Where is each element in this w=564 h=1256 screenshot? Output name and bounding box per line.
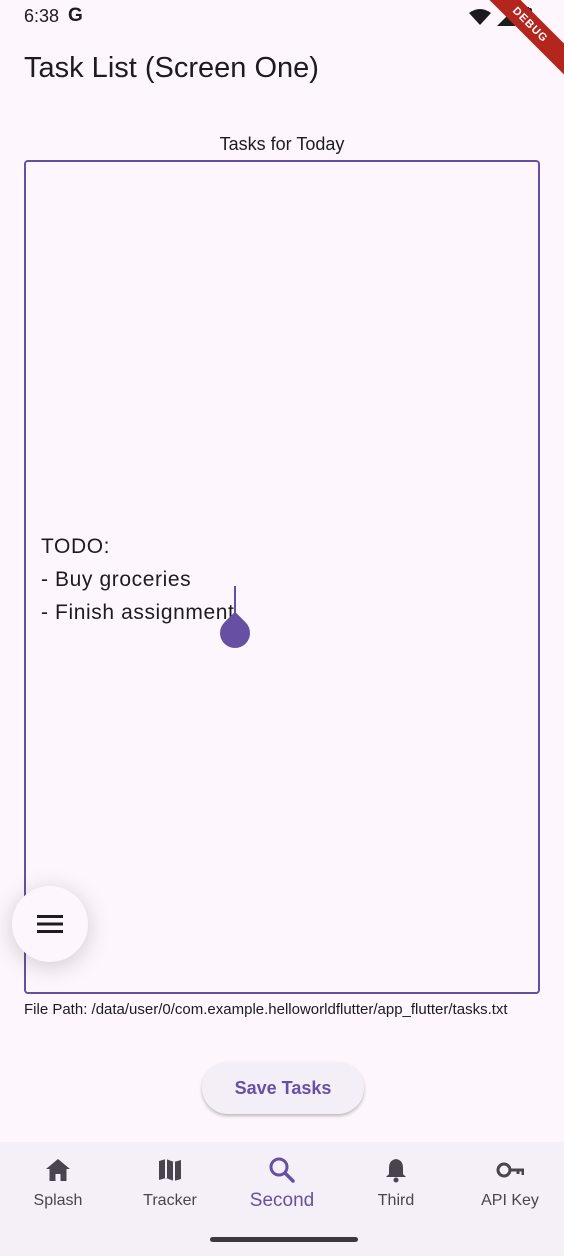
search-icon bbox=[269, 1157, 295, 1183]
menu-icon bbox=[37, 915, 63, 933]
google-icon: G bbox=[68, 5, 83, 26]
menu-button[interactable] bbox=[12, 886, 88, 962]
text-line: TODO: bbox=[41, 535, 111, 558]
tasks-text-area[interactable]: TODO: - Buy groceries - Finish assignmen… bbox=[24, 160, 540, 994]
status-time: 6:38 bbox=[24, 6, 60, 26]
save-tasks-button[interactable]: Save Tasks bbox=[202, 1062, 364, 1114]
status-bar: 6:38 G bbox=[0, 0, 564, 34]
tasks-text-content[interactable]: TODO: - Buy groceries - Finish assignmen… bbox=[41, 530, 257, 655]
nav-label: API Key bbox=[481, 1192, 539, 1209]
nav-label: Third bbox=[377, 1192, 415, 1209]
bell-icon bbox=[386, 1159, 406, 1183]
nav-label: Tracker bbox=[143, 1192, 197, 1209]
nav-item-second[interactable]: Second bbox=[226, 1142, 338, 1232]
text-line-content: - Finish assignment bbox=[41, 601, 235, 624]
file-path-text: File Path: /data/user/0/com.example.hell… bbox=[24, 1001, 508, 1018]
wifi-icon bbox=[469, 9, 491, 25]
text-cursor bbox=[214, 586, 257, 655]
nav-label: Splash bbox=[33, 1192, 83, 1209]
nav-item-splash[interactable]: Splash bbox=[2, 1142, 114, 1232]
tasks-field-label: Tasks for Today bbox=[219, 134, 345, 154]
key-icon bbox=[496, 1162, 524, 1178]
text-line: - Buy groceries bbox=[41, 568, 192, 591]
nav-label: Second bbox=[249, 1190, 315, 1211]
map-icon bbox=[159, 1159, 181, 1181]
nav-item-tracker[interactable]: Tracker bbox=[114, 1142, 226, 1232]
nav-item-third[interactable]: Third bbox=[340, 1142, 452, 1232]
page-title: Task List (Screen One) bbox=[24, 52, 319, 84]
nav-item-api-key[interactable]: API Key bbox=[454, 1142, 564, 1232]
home-icon bbox=[46, 1159, 70, 1181]
text-line: - Finish assignment bbox=[41, 586, 257, 655]
home-indicator[interactable] bbox=[210, 1237, 358, 1242]
